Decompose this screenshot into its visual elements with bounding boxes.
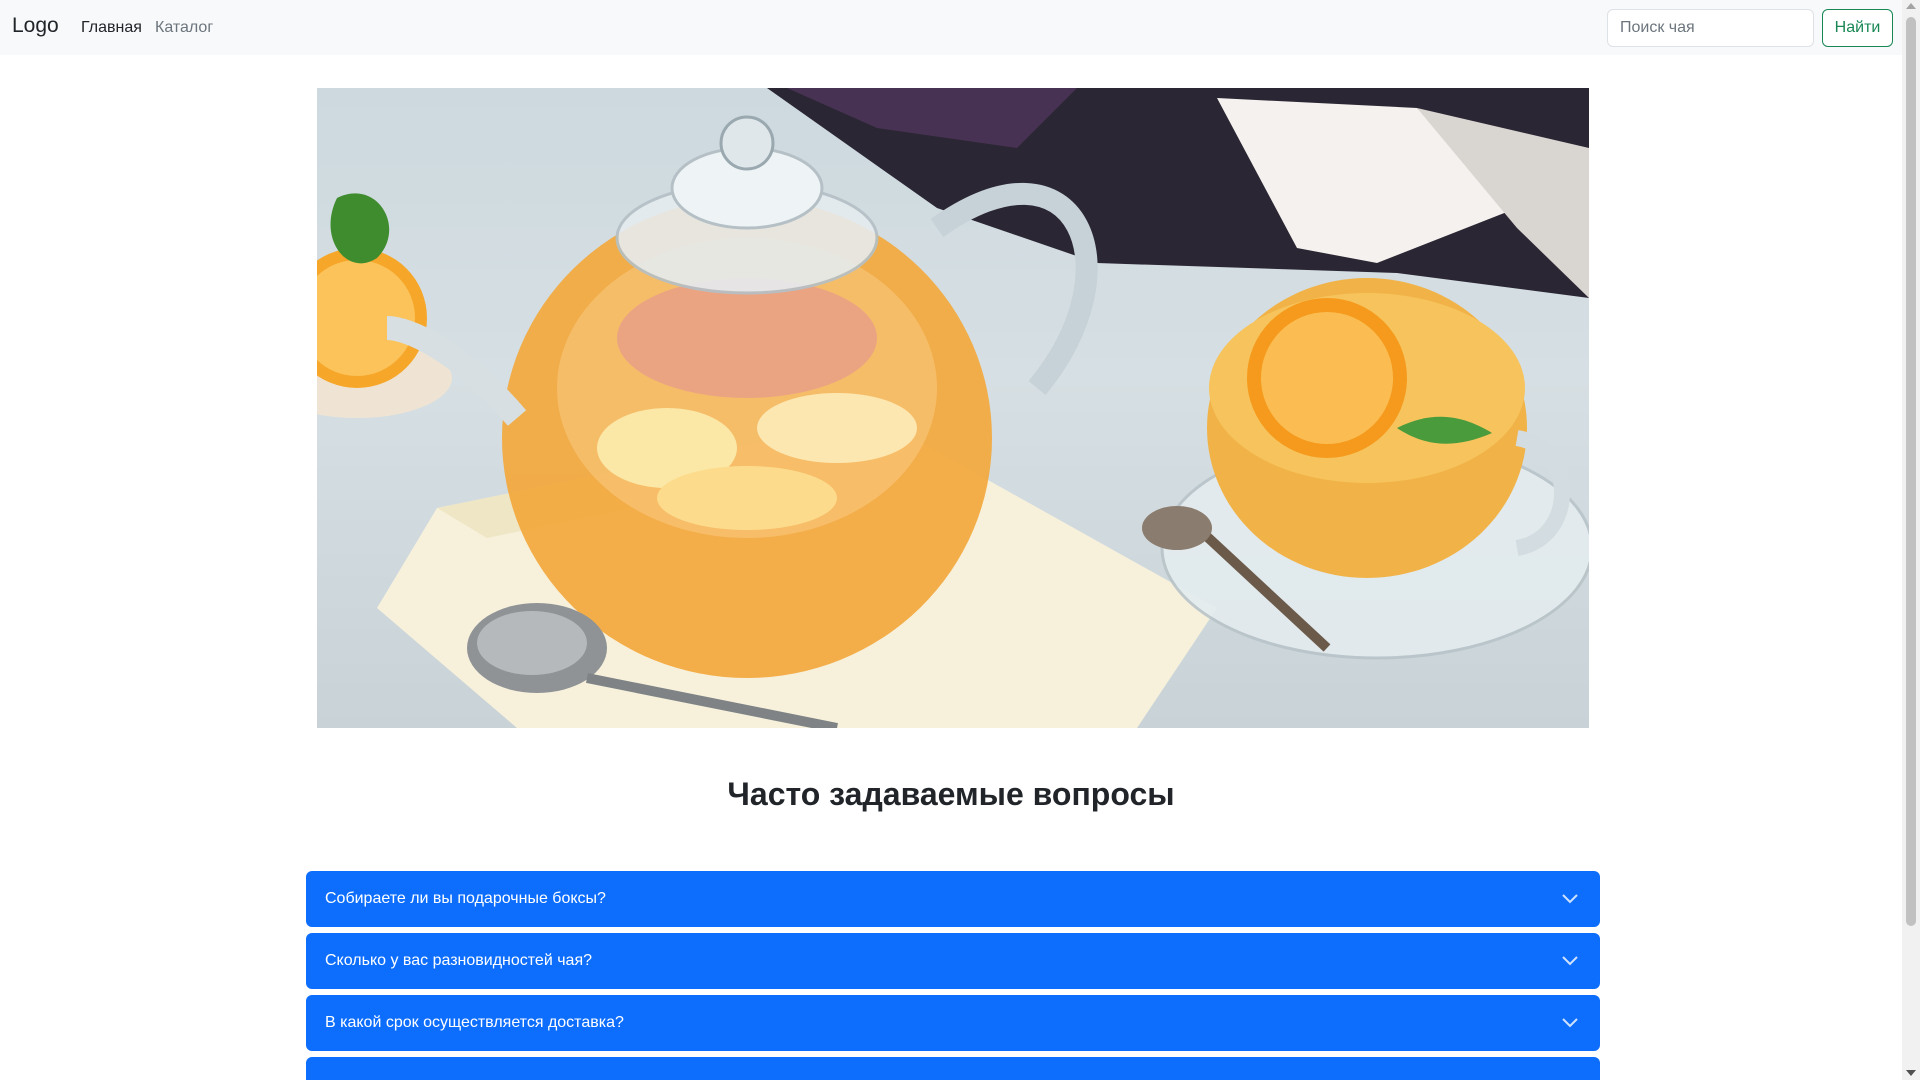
scrollbar-thumb[interactable] [1906, 17, 1916, 926]
search-input[interactable] [1607, 9, 1814, 47]
faq-title: Часто задаваемые вопросы [727, 776, 1175, 812]
accordion-item-partial[interactable] [306, 1057, 1600, 1080]
navbar: Logo Главная Каталог Найти [0, 0, 1902, 55]
accordion-item-gift-boxes[interactable]: Собираете ли вы подарочные боксы? [306, 871, 1600, 927]
accordion-question: Собираете ли вы подарочные боксы? [325, 890, 606, 907]
scroll-up-arrow-icon[interactable] [1906, 3, 1916, 9]
chevron-down-icon [1562, 894, 1578, 904]
scroll-down-arrow-icon[interactable] [1906, 1070, 1916, 1076]
nav-link-catalog[interactable]: Каталог [155, 19, 213, 37]
chevron-down-icon [1562, 1018, 1578, 1028]
search-button[interactable]: Найти [1822, 9, 1893, 47]
accordion-question: Сколько у вас разновидностей чая? [325, 952, 593, 969]
tea-teapot-illustration [317, 88, 1589, 728]
brand-logo[interactable]: Logo [12, 14, 59, 38]
hero-image [317, 88, 1589, 728]
page: Logo Главная Каталог Найти [0, 0, 1920, 1080]
accordion-question: В какой срок осуществляется доставка? [325, 1014, 624, 1031]
accordion-item-delivery-time[interactable]: В какой срок осуществляется доставка? [306, 995, 1600, 1051]
chevron-down-icon [1562, 956, 1578, 966]
nav-link-home[interactable]: Главная [81, 19, 142, 37]
accordion-item-tea-varieties[interactable]: Сколько у вас разновидностей чая? [306, 933, 1600, 989]
